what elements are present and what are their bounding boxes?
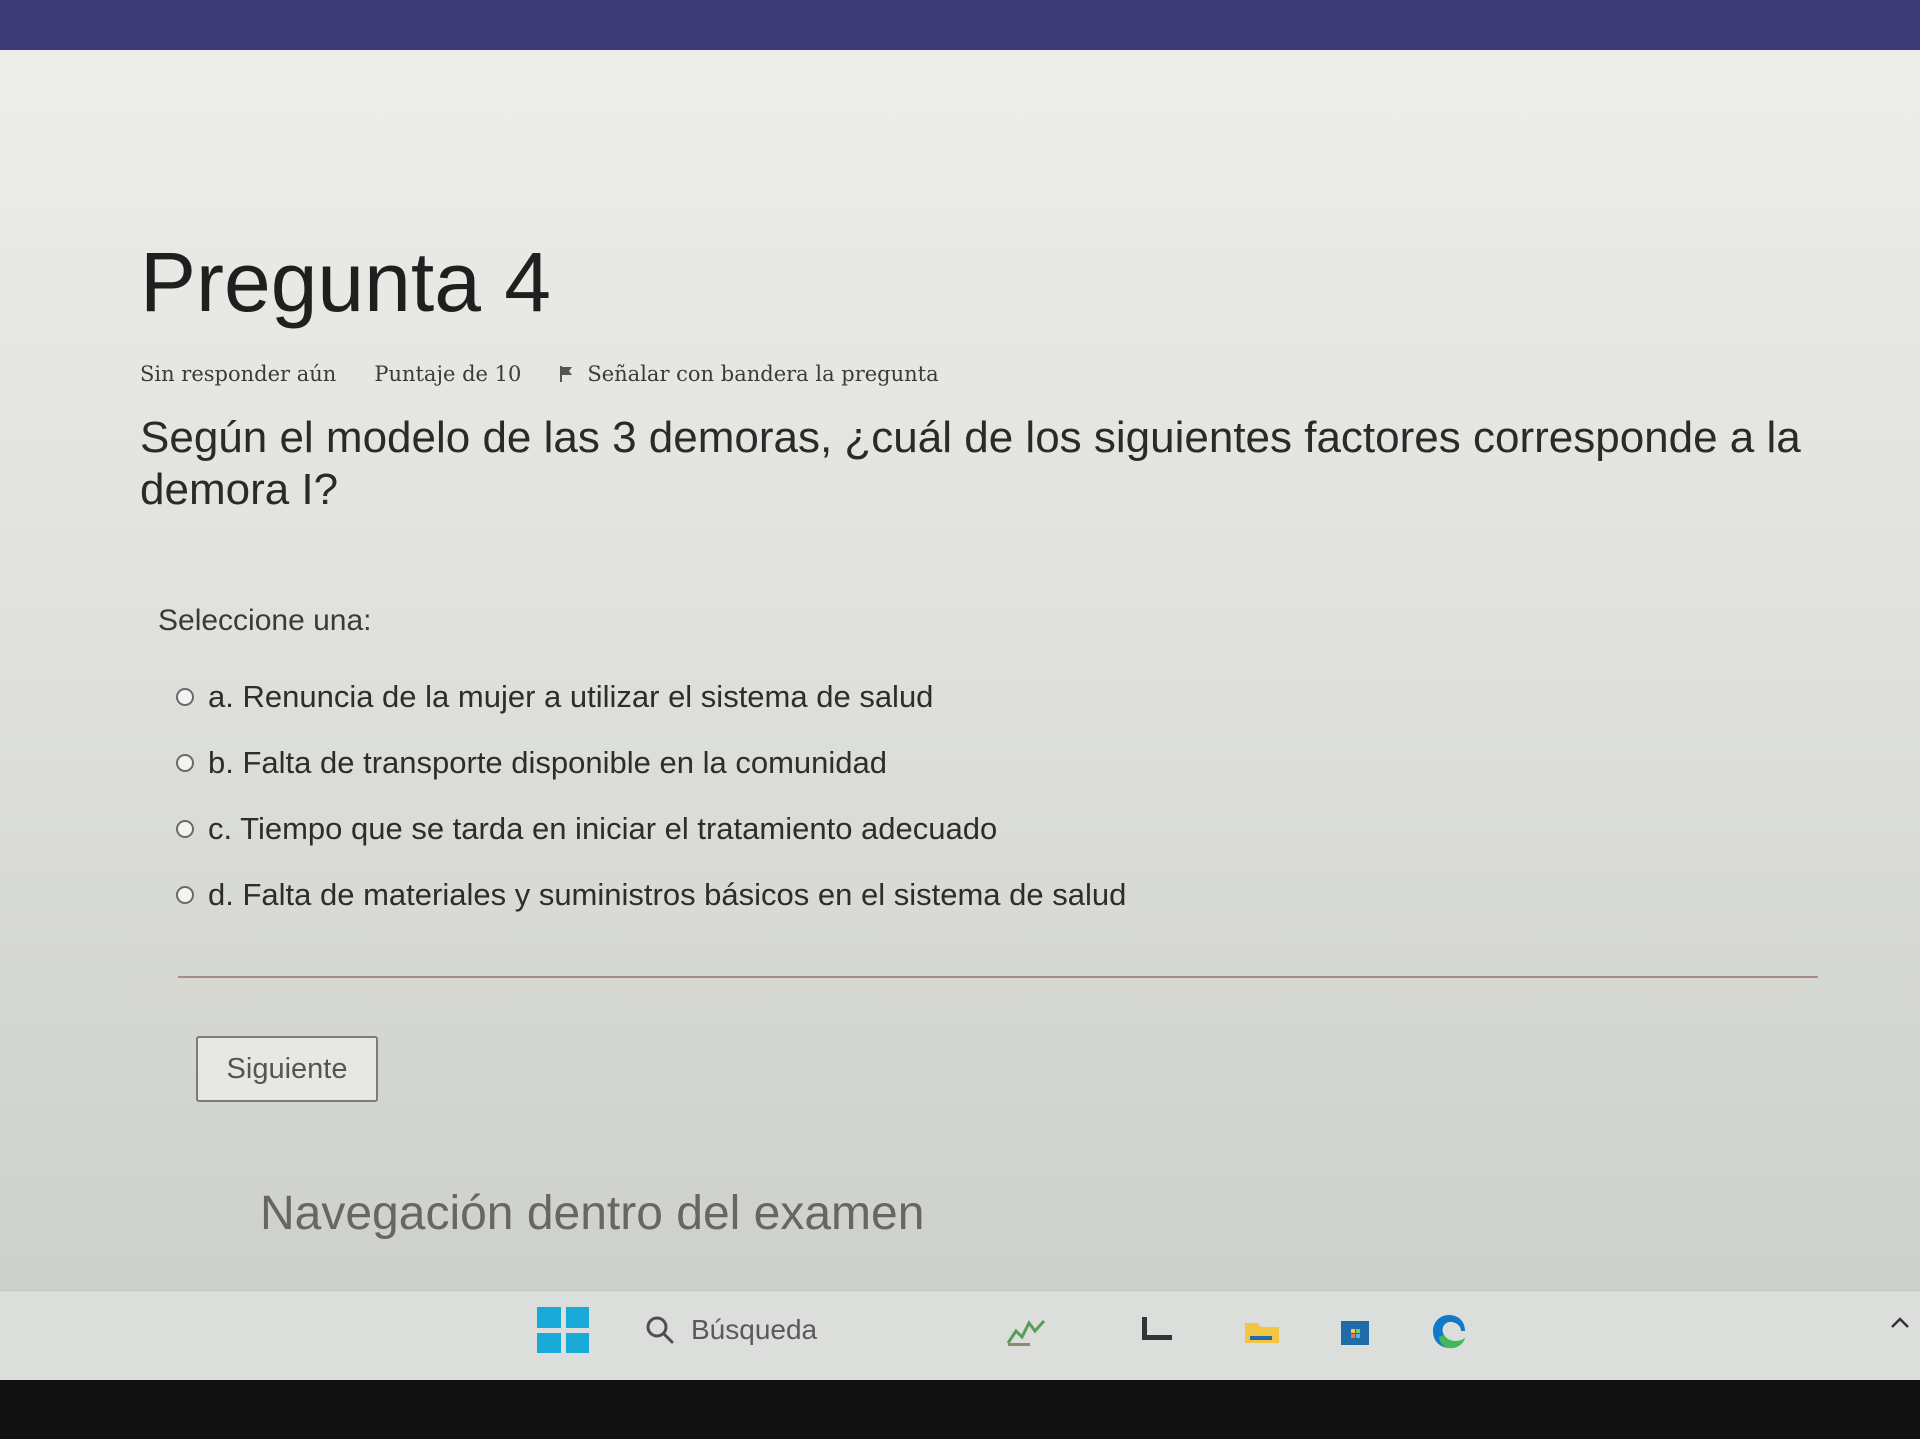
file-explorer-icon[interactable] xyxy=(1240,1309,1284,1353)
search-icon xyxy=(646,1316,674,1344)
windows-logo-pane xyxy=(537,1307,561,1328)
question-points: Puntaje de 10 xyxy=(374,362,522,386)
widgets-icon[interactable] xyxy=(1004,1309,1048,1353)
answer-option-b[interactable]: b. Falta de transporte disponible en la … xyxy=(176,730,1870,796)
flag-question-button[interactable]: Señalar con bandera la pregunta xyxy=(559,362,939,386)
taskbar-search[interactable]: Búsqueda xyxy=(645,1309,945,1351)
answer-option-d[interactable]: d. Falta de materiales y suministros bás… xyxy=(176,862,1870,928)
screen-bezel xyxy=(0,1380,1920,1439)
windows-logo-pane xyxy=(565,1307,589,1328)
radio-button[interactable] xyxy=(176,688,194,706)
windows-logo-pane xyxy=(565,1332,589,1353)
quiz-navigation-title: Navegación dentro del examen xyxy=(260,1187,925,1240)
edge-icon[interactable] xyxy=(1428,1309,1472,1353)
question-info: Sin responder aún Puntaje de 10 Señalar … xyxy=(140,362,1870,386)
section-divider xyxy=(178,976,1818,978)
browser-top-bar xyxy=(0,0,1920,50)
screen: Pregunta 4 Sin responder aún Puntaje de … xyxy=(0,0,1920,1439)
answer-option-c[interactable]: c. Tiempo que se tarda en iniciar el tra… xyxy=(176,796,1870,862)
question-status: Sin responder aún xyxy=(140,362,337,386)
search-placeholder: Búsqueda xyxy=(691,1314,818,1345)
answer-label: b. Falta de transporte disponible en la … xyxy=(208,745,887,780)
task-view-icon[interactable] xyxy=(1135,1309,1179,1353)
question-title: Pregunta 4 xyxy=(140,235,551,329)
windows-taskbar: Búsqueda xyxy=(0,1290,1920,1381)
flag-question-label: Señalar con bandera la pregunta xyxy=(587,362,939,386)
windows-logo-pane xyxy=(537,1332,561,1353)
answer-label: d. Falta de materiales y suministros bás… xyxy=(208,877,1127,912)
radio-button[interactable] xyxy=(176,754,194,772)
answer-option-a[interactable]: a. Renuncia de la mujer a utilizar el si… xyxy=(176,664,1870,730)
chevron-up-icon[interactable] xyxy=(1888,1311,1912,1335)
radio-button[interactable] xyxy=(176,820,194,838)
answer-prompt: Seleccione una: xyxy=(158,604,372,637)
store-icon[interactable] xyxy=(1333,1309,1377,1353)
windows-start-icon[interactable] xyxy=(537,1307,589,1353)
answer-label: c. Tiempo que se tarda en iniciar el tra… xyxy=(208,811,998,846)
radio-button[interactable] xyxy=(176,886,194,904)
answer-label: a. Renuncia de la mujer a utilizar el si… xyxy=(208,679,934,714)
quiz-question-panel: Pregunta 4 Sin responder aún Puntaje de … xyxy=(140,240,1870,1241)
flag-icon xyxy=(560,366,573,382)
question-text: Según el modelo de las 3 demoras, ¿cuál … xyxy=(140,413,1801,514)
next-button[interactable]: Siguiente xyxy=(196,1036,378,1102)
answer-list: a. Renuncia de la mujer a utilizar el si… xyxy=(176,664,1870,928)
